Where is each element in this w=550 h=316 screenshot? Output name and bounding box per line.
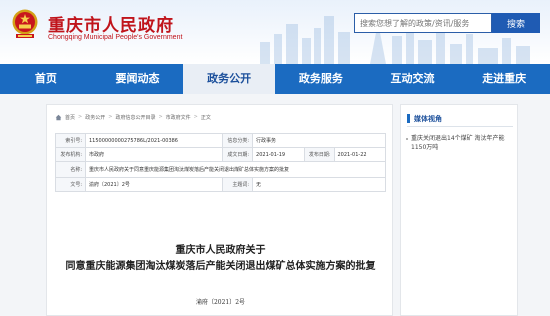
sidebar-accent-bar: [407, 114, 410, 123]
nav-item-government-affairs[interactable]: 政务公开: [183, 64, 276, 94]
breadcrumb-government-affairs[interactable]: 政务公开: [85, 114, 105, 121]
doc-number-value: 渝府〔2021〕2号: [84, 177, 224, 192]
search-input[interactable]: [354, 13, 492, 33]
breadcrumb-separator: >: [78, 114, 83, 120]
breadcrumb: 首页 > 政务公开 > 政府信息公开目录 > 市政府文件 > 正文: [55, 111, 211, 123]
subject-value: 无: [252, 177, 386, 192]
main-nav: 首页 要闻动态 政务公开 政务服务 互动交流 走进重庆: [0, 64, 550, 94]
nav-item-interaction[interactable]: 互动交流: [367, 64, 459, 94]
category-value: 行政事务: [252, 133, 386, 148]
written-date-label: 成文日期:: [222, 147, 254, 162]
sidebar-title: 媒体视角: [414, 114, 442, 123]
search-button[interactable]: 搜索: [492, 13, 540, 33]
index-number-value: 11500000000275786L/2021-00386: [84, 133, 224, 148]
media-sidebar: 媒体视角 重庆关闭退出14个煤矿 淘汰年产能1150万吨: [400, 104, 518, 316]
issuer-value: 市政府: [84, 147, 224, 162]
nav-item-home[interactable]: 首页: [0, 64, 92, 94]
publish-date-value: 2021-01-22: [333, 147, 386, 162]
sidebar-news-link[interactable]: 重庆关闭退出14个煤矿 淘汰年产能1150万吨: [411, 134, 513, 152]
nav-item-news[interactable]: 要闻动态: [92, 64, 184, 94]
index-number-label: 索引号:: [55, 133, 86, 148]
document-title-line-2: 同意重庆能源集团淘汰煤炭落后产能关闭退出煤矿总体实施方案的批复: [65, 261, 376, 272]
site-title-english: Chongqing Municipal People's Government: [48, 34, 183, 41]
doc-number-label: 文号:: [55, 177, 86, 192]
issuer-label: 发布机构:: [55, 147, 86, 162]
bullet-icon: [406, 138, 408, 140]
written-date-value: 2021-01-19: [252, 147, 305, 162]
subject-label: 主题词:: [222, 177, 254, 192]
article-panel: 首页 > 政务公开 > 政府信息公开目录 > 市政府文件 > 正文 索引号: 1…: [46, 104, 393, 316]
category-label: 信息分类:: [222, 133, 254, 148]
nav-item-services[interactable]: 政务服务: [275, 64, 367, 94]
document-metadata-table: 索引号: 11500000000275786L/2021-00386 信息分类:…: [55, 133, 386, 192]
home-icon: [55, 114, 62, 120]
site-title[interactable]: 重庆市人民政府: [48, 11, 174, 36]
name-value: 重庆市人民政府关于同意重庆能源集团淘汰煤炭落后产能关闭退出煤矿总体实施方案的批复: [85, 161, 386, 178]
breadcrumb-home[interactable]: 首页: [65, 114, 75, 121]
document-number: 渝府〔2021〕2号: [195, 299, 246, 306]
name-label: 名称:: [55, 161, 86, 178]
breadcrumb-separator: >: [193, 114, 198, 120]
nav-item-about-chongqing[interactable]: 走进重庆: [458, 64, 550, 94]
sidebar-header: 媒体视角: [407, 111, 513, 127]
breadcrumb-info-catalog[interactable]: 政府信息公开目录: [115, 114, 155, 121]
breadcrumb-municipal-documents[interactable]: 市政府文件: [166, 114, 191, 121]
national-emblem-logo: [12, 9, 38, 38]
breadcrumb-separator: >: [108, 114, 113, 120]
site-header: 重庆市人民政府 Chongqing Municipal People's Gov…: [0, 0, 550, 64]
breadcrumb-separator: >: [158, 114, 163, 120]
document-title-line-1: 重庆市人民政府关于: [175, 245, 266, 256]
publish-date-label: 发布日期:: [303, 147, 335, 162]
breadcrumb-current: 正文: [200, 114, 211, 121]
